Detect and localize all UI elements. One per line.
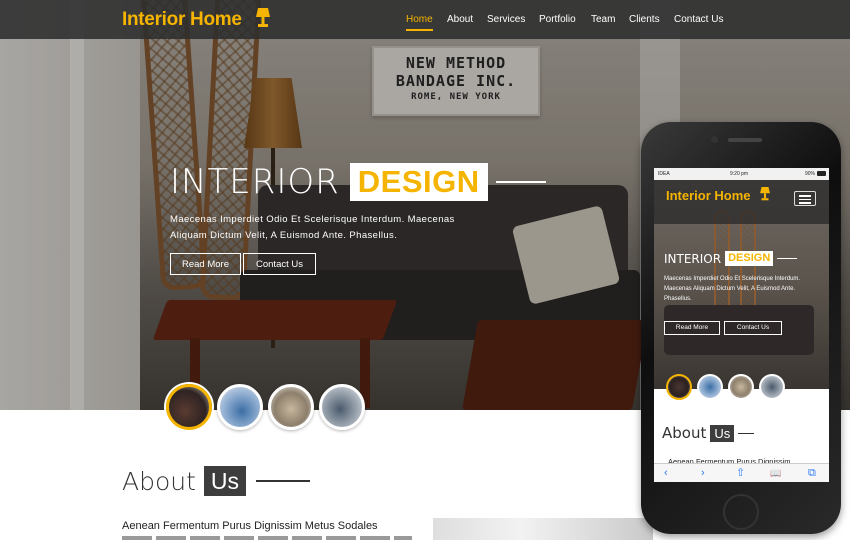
nav-link-services[interactable]: Services xyxy=(487,14,525,25)
status-battery-text: 90% xyxy=(804,171,815,177)
phone-home-button xyxy=(723,494,759,530)
status-carrier: IDEA xyxy=(658,171,670,177)
hero-slider-thumbnails xyxy=(166,384,376,432)
phone-hero-title-plain: INTERIOR xyxy=(664,251,722,266)
nav-link-home[interactable]: Home xyxy=(406,14,433,31)
back-icon[interactable]: ‹ xyxy=(664,467,668,480)
phone-browser-toolbar: ‹ › ⇧ 📖 ⧉ xyxy=(654,463,829,482)
slider-thumbnail-active[interactable] xyxy=(166,384,212,430)
hero-title-plain: INTERIOR xyxy=(170,162,340,202)
phone-slider-thumbnail[interactable] xyxy=(728,374,754,400)
about-body-text-cut xyxy=(122,536,412,540)
phone-hero-title: INTERIOR DESIGN xyxy=(664,250,798,267)
nav-link-about[interactable]: About xyxy=(447,14,473,25)
phone-mockup: IDEA 9:20 pm 90% Interior Home INTERIOR … xyxy=(641,122,841,534)
phone-camera xyxy=(711,136,718,143)
forward-icon[interactable]: › xyxy=(701,467,705,480)
hamburger-menu-icon[interactable] xyxy=(794,191,816,206)
share-icon[interactable]: ⇧ xyxy=(736,467,745,480)
nav-link-portfolio[interactable]: Portfolio xyxy=(539,14,576,25)
phone-speaker xyxy=(728,138,762,142)
hero-description: Maecenas Imperdiet Odio Et Scelerisque I… xyxy=(170,214,455,241)
phone-about-heading-rule xyxy=(738,432,755,434)
phone-hero-description: Maecenas Imperdiet Odio Et Scelerisque I… xyxy=(664,276,801,302)
about-image xyxy=(433,518,653,540)
about-heading-plain: About xyxy=(122,466,196,496)
contact-us-button[interactable]: Contact Us xyxy=(243,253,316,275)
slider-thumbnail[interactable] xyxy=(319,384,365,430)
phone-about-heading-plain: About xyxy=(662,424,707,442)
lamp-icon xyxy=(760,187,770,201)
about-heading-highlight: Us xyxy=(203,466,247,496)
phone-hero-title-rule xyxy=(777,258,798,259)
phone-read-more-button[interactable]: Read More xyxy=(664,321,720,335)
top-navbar: Interior Home Home About Services Portfo… xyxy=(0,0,850,39)
read-more-button[interactable]: Read More xyxy=(170,253,241,275)
tabs-icon[interactable]: ⧉ xyxy=(808,467,816,480)
phone-about-heading: About Us xyxy=(662,424,755,442)
about-lead-text: Aenean Fermentum Purus Dignissim Metus S… xyxy=(122,520,378,532)
phone-slider-thumbnails xyxy=(666,374,791,402)
lamp-icon xyxy=(256,8,270,27)
site-logo[interactable]: Interior Home xyxy=(122,9,242,31)
status-time: 9:20 pm xyxy=(730,171,749,177)
about-heading-rule xyxy=(256,480,311,482)
hero-title: INTERIOR DESIGN xyxy=(170,162,546,202)
bookmarks-icon[interactable]: 📖 xyxy=(770,467,781,480)
nav-link-team[interactable]: Team xyxy=(591,14,615,25)
hero-title-rule xyxy=(495,181,546,183)
phone-status-bar: IDEA 9:20 pm 90% xyxy=(654,168,829,180)
phone-screen: IDEA 9:20 pm 90% Interior Home INTERIOR … xyxy=(654,168,829,482)
phone-contact-us-button[interactable]: Contact Us xyxy=(724,321,782,335)
nav-link-clients[interactable]: Clients xyxy=(629,14,660,25)
phone-slider-thumbnail[interactable] xyxy=(759,374,785,400)
phone-logo[interactable]: Interior Home xyxy=(666,188,751,203)
battery-icon xyxy=(817,171,826,176)
slider-thumbnail[interactable] xyxy=(217,384,263,430)
nav-link-contact[interactable]: Contact Us xyxy=(674,14,723,25)
phone-slider-thumbnail-active[interactable] xyxy=(666,374,692,400)
slider-thumbnail[interactable] xyxy=(268,384,314,430)
phone-slider-thumbnail[interactable] xyxy=(697,374,723,400)
about-heading: About Us xyxy=(122,466,311,496)
phone-about-heading-highlight: Us xyxy=(710,424,735,442)
hero-title-highlight: DESIGN xyxy=(349,163,488,201)
phone-hero-title-highlight: DESIGN xyxy=(725,251,774,266)
